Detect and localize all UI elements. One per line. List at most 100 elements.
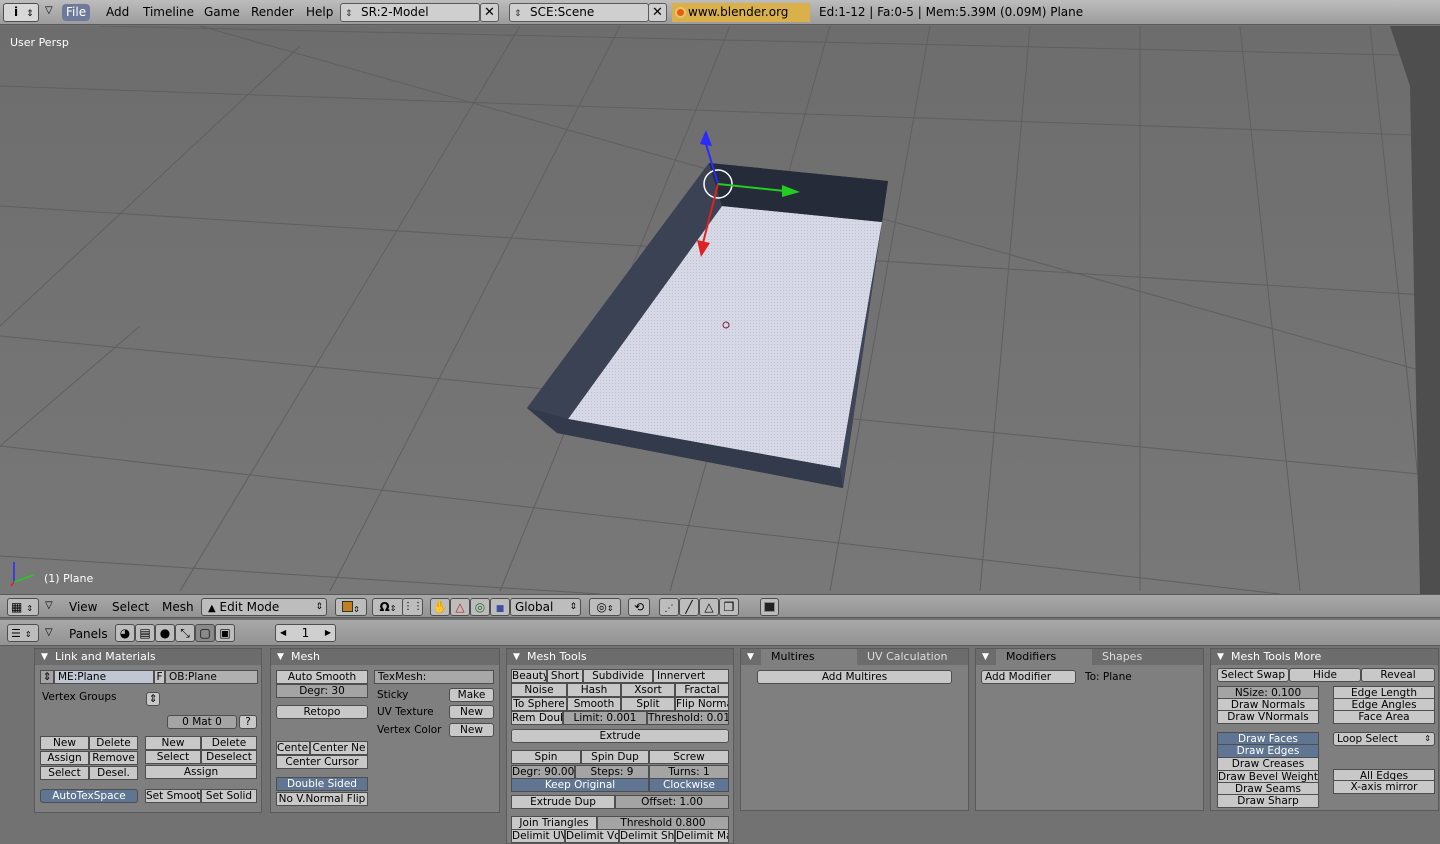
limit-field[interactable]: Limit: 0.001 bbox=[563, 711, 647, 725]
clockwise-toggle[interactable]: Clockwise bbox=[649, 778, 729, 792]
vgroup-new-button[interactable]: New bbox=[40, 736, 89, 750]
context-object-button[interactable]: ⤡ bbox=[175, 624, 195, 642]
beauty-toggle[interactable]: Beauty bbox=[511, 669, 547, 683]
hide-button[interactable]: Hide bbox=[1289, 668, 1361, 682]
center-cursor-button[interactable]: Center Cursor bbox=[276, 755, 368, 769]
vertex-select-mode-button[interactable]: ⋰ bbox=[659, 598, 679, 616]
join-triangles-button[interactable]: Join Triangles bbox=[511, 816, 597, 830]
no-vnormal-flip-toggle[interactable]: No V.Normal Flip bbox=[276, 792, 368, 806]
join-threshold-field[interactable]: Threshold 0.800 bbox=[597, 816, 729, 830]
draw-type-selector[interactable]: ⇕ bbox=[335, 598, 367, 616]
retopo-toggle[interactable]: Retopo bbox=[276, 705, 368, 719]
smooth-button[interactable]: Smooth bbox=[567, 697, 621, 711]
short-toggle[interactable]: Short bbox=[547, 669, 583, 683]
tab-uv-calculation[interactable]: UV Calculation bbox=[857, 649, 953, 665]
tab-modifiers[interactable]: Modifiers bbox=[996, 649, 1092, 665]
menu-add[interactable]: Add bbox=[102, 4, 133, 21]
vgroup-remove-button[interactable]: Remove bbox=[89, 751, 138, 765]
context-script-button[interactable]: ▤ bbox=[135, 624, 155, 642]
context-scene-button[interactable]: ▣ bbox=[215, 624, 235, 642]
keep-original-toggle[interactable]: Keep Original bbox=[511, 778, 649, 792]
draw-sharp-toggle[interactable]: Draw Sharp bbox=[1217, 794, 1319, 808]
vertex-group-browse-button[interactable]: ⇕ bbox=[146, 692, 160, 706]
layer-toggle-button[interactable]: ⋮⋮ bbox=[402, 598, 423, 616]
menu-help[interactable]: Help bbox=[302, 4, 337, 21]
mesh-browse-button[interactable]: ⇕ bbox=[40, 670, 54, 684]
window-type-button[interactable]: ▦ ⇕ bbox=[7, 598, 39, 616]
material-help-button[interactable]: ? bbox=[239, 715, 257, 729]
vgroup-deselect-button[interactable]: Desel. bbox=[89, 766, 138, 780]
vertex-color-new-button[interactable]: New bbox=[449, 723, 494, 737]
screw-button[interactable]: Screw bbox=[649, 750, 729, 764]
xsort-button[interactable]: Xsort bbox=[621, 683, 675, 697]
x-axis-mirror-toggle[interactable]: X-axis mirror bbox=[1333, 780, 1435, 794]
material-assign-button[interactable]: Assign bbox=[145, 765, 257, 779]
set-smooth-button[interactable]: Set Smoot bbox=[145, 789, 201, 803]
menu-select[interactable]: Select bbox=[112, 599, 149, 615]
scale-manipulator-button[interactable]: ■ bbox=[490, 598, 510, 616]
material-new-button[interactable]: New bbox=[145, 736, 201, 750]
screen-selector[interactable]: ⇕ SR:2-Model bbox=[340, 3, 480, 22]
sticky-make-button[interactable]: Make bbox=[449, 688, 494, 702]
vgroup-select-button[interactable]: Select bbox=[40, 766, 89, 780]
mesh-name-field[interactable]: ME:Plane bbox=[54, 670, 154, 684]
delimit-ma-toggle[interactable]: Delimit Ma bbox=[675, 829, 729, 843]
proportional-falloff-button[interactable]: ⟲ bbox=[628, 598, 650, 616]
face-area-toggle[interactable]: Face Area bbox=[1333, 710, 1435, 724]
context-editing-button[interactable]: ▢ bbox=[195, 624, 215, 642]
draw-edges-toggle[interactable]: Draw Edges bbox=[1217, 744, 1319, 758]
delimit-uv-toggle[interactable]: Delimit UV bbox=[511, 829, 565, 843]
pivot-selector[interactable]: Ω⇕ bbox=[372, 598, 404, 616]
material-delete-button[interactable]: Delete bbox=[201, 736, 257, 750]
menu-mesh[interactable]: Mesh bbox=[162, 599, 194, 615]
delete-screen-button[interactable]: ✕ bbox=[480, 3, 499, 22]
reveal-button[interactable]: Reveal bbox=[1361, 668, 1435, 682]
fake-user-button[interactable]: F bbox=[154, 670, 165, 684]
vgroup-assign-button[interactable]: Assign bbox=[40, 751, 89, 765]
render-view-button[interactable] bbox=[760, 598, 779, 616]
vgroup-delete-button[interactable]: Delete bbox=[89, 736, 138, 750]
noise-button[interactable]: Noise bbox=[511, 683, 567, 697]
add-multires-button[interactable]: Add Multires bbox=[757, 670, 952, 684]
3d-viewport[interactable]: User Persp (1) Plane bbox=[0, 26, 1440, 594]
remove-doubles-button[interactable]: Rem Doubl bbox=[511, 711, 563, 725]
menu-file[interactable]: File bbox=[62, 4, 91, 21]
subdivide-button[interactable]: Subdivide bbox=[583, 669, 653, 683]
spin-button[interactable]: Spin bbox=[511, 750, 581, 764]
extrude-dup-button[interactable]: Extrude Dup bbox=[511, 795, 615, 809]
loop-select-selector[interactable]: Loop Select ⇕ bbox=[1333, 732, 1435, 746]
menu-render[interactable]: Render bbox=[247, 4, 298, 21]
threshold-field[interactable]: Threshold: 0.010 bbox=[647, 711, 729, 725]
collapse-menu-icon[interactable]: ▽ bbox=[45, 600, 53, 611]
draw-vnormals-toggle[interactable]: Draw VNormals bbox=[1217, 710, 1319, 724]
center-new-button[interactable]: Center Ne bbox=[310, 741, 368, 755]
panel-header[interactable]: ▼ Mesh Tools bbox=[507, 649, 733, 665]
set-solid-button[interactable]: Set Solid bbox=[201, 789, 257, 803]
mode-selector[interactable]: ▲ Edit Mode ⇕ bbox=[201, 598, 327, 616]
viewport-canvas[interactable] bbox=[0, 26, 1440, 594]
select-swap-button[interactable]: Select Swap bbox=[1217, 668, 1289, 682]
material-select-button[interactable]: Select bbox=[145, 750, 201, 764]
manipulator-toggle[interactable]: ✋ bbox=[430, 598, 450, 616]
innervert-selector[interactable]: Innervert bbox=[653, 669, 729, 683]
split-button[interactable]: Split bbox=[621, 697, 675, 711]
add-modifier-button[interactable]: Add Modifier bbox=[981, 670, 1076, 684]
occlude-geometry-button[interactable]: ❒ bbox=[719, 598, 739, 616]
translate-manipulator-button[interactable]: △ bbox=[450, 598, 470, 616]
hash-button[interactable]: Hash bbox=[567, 683, 621, 697]
collapse-triangle-icon[interactable]: ▼ bbox=[982, 649, 989, 665]
menu-view[interactable]: View bbox=[69, 599, 97, 615]
texmesh-field[interactable]: TexMesh: bbox=[374, 670, 494, 684]
frame-number-field[interactable]: ◀ 1 ▶ bbox=[275, 624, 336, 642]
orientation-selector[interactable]: Global ⇕ bbox=[510, 598, 581, 616]
proportional-edit-selector[interactable]: ◎⇕ bbox=[589, 598, 621, 616]
turns-field[interactable]: Turns: 1 bbox=[649, 765, 729, 779]
steps-field[interactable]: Steps: 9 bbox=[575, 765, 649, 779]
window-type-button[interactable]: ☰ ⇕ bbox=[7, 624, 39, 642]
tab-multires[interactable]: Multires bbox=[761, 649, 857, 665]
info-window-type-button[interactable]: i ⇕ bbox=[3, 3, 39, 22]
panel-header[interactable]: ▼ Mesh bbox=[271, 649, 499, 665]
fractal-button[interactable]: Fractal bbox=[675, 683, 729, 697]
flip-normal-button[interactable]: Flip Normal bbox=[675, 697, 729, 711]
collapse-menu-icon[interactable]: ▽ bbox=[45, 5, 53, 16]
